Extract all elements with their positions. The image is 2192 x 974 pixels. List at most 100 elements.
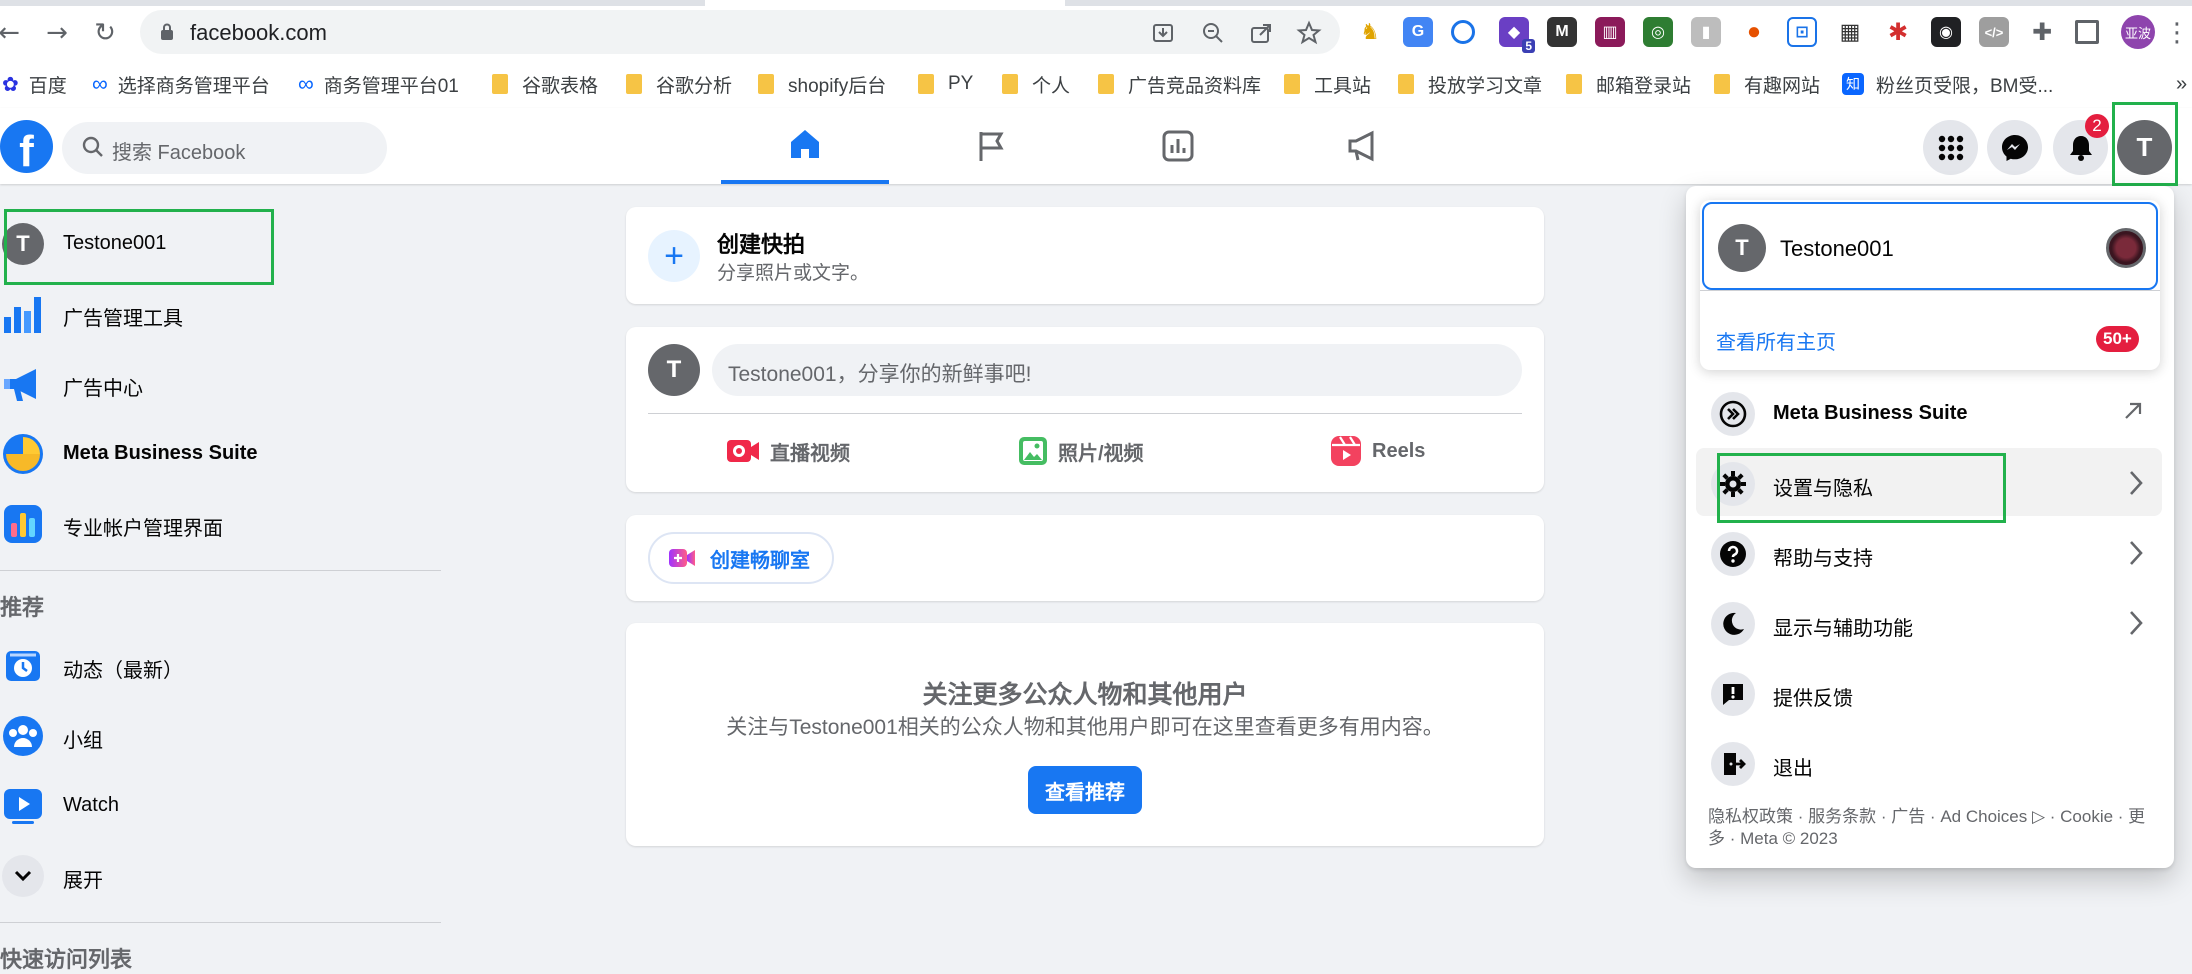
reload-icon[interactable]: ↻ [86,14,124,52]
extension-icon[interactable]: ⊡ [1787,17,1817,47]
sidebar-item-ad-center[interactable]: 广告中心 [0,350,430,416]
sidebar-item-groups[interactable]: 小组 [0,702,430,768]
folder-icon [1714,74,1730,94]
qrcode-icon[interactable]: ▦ [1835,17,1865,47]
notifications-button[interactable]: 2 [2053,114,2109,175]
footer-links[interactable]: 隐私权政策 · 服务条款 · 广告 · Ad Choices ▷ · Cooki… [1708,806,2158,828]
extension-icon[interactable] [1451,20,1475,44]
tab-pages[interactable] [908,108,1076,184]
bookmark-item[interactable]: 谷歌分析 [626,69,732,99]
photo-video-button[interactable]: 照片/视频 [1018,423,1218,479]
switch-profile-icon[interactable] [2106,228,2146,268]
messenger-button[interactable] [1987,120,2042,175]
back-icon[interactable]: ← [0,14,28,52]
extension-icon[interactable]: M [1547,17,1577,47]
sidebar-item-pro-dashboard[interactable]: 专业帐户管理界面 [0,490,430,556]
grid-icon [1938,135,1963,160]
bookmark-item[interactable]: PY [918,69,973,99]
bookmark-item[interactable]: 邮箱登录站 [1566,69,1691,99]
bell-icon [2069,135,2092,161]
extension-icon[interactable]: ◆ 5 [1499,17,1535,53]
bookmark-item[interactable]: 有趣网站 [1714,69,1820,99]
translate-icon[interactable]: G [1403,17,1433,47]
extension-icon[interactable]: ✱ [1883,17,1913,47]
tab-ads[interactable] [1280,108,1448,184]
forward-icon[interactable]: → [38,14,76,52]
sidebar-item-expand[interactable]: 展开 [0,842,430,908]
bookmark-item[interactable]: 个人 [1002,69,1070,99]
highlight-box [1717,453,2006,523]
menu-item-feedback[interactable]: 提供反馈 [1696,658,2162,726]
action-label: 照片/视频 [1058,442,1144,465]
tab-home[interactable] [721,108,889,184]
folder-icon [492,74,508,94]
menu-grid-button[interactable] [1923,120,1978,175]
sidebar-item-label: 广告中心 [63,378,143,400]
card-divider [1700,290,2160,291]
bookmark-label: 广告竞品资料库 [1128,75,1262,97]
video-plus-icon [669,549,695,567]
extension-icon[interactable]: ▮ [1691,17,1721,47]
sidebar-item-ads-manager[interactable]: 广告管理工具 [0,280,430,346]
live-video-button[interactable]: 直播视频 [726,423,926,479]
business-suite-icon [3,434,43,474]
menu-item-business-suite[interactable]: Meta Business Suite [1696,378,2162,446]
sidepanel-icon[interactable] [2075,20,2099,44]
menu-item-logout[interactable]: 退出 [1696,728,2162,796]
star-icon[interactable] [1296,20,1322,46]
sidebar-item-watch[interactable]: Watch [0,772,430,838]
puzzle-icon[interactable]: ✚ [2027,17,2057,47]
create-room-label: 创建畅聊室 [710,549,810,572]
sidebar-item-feed[interactable]: 动态（最新） [0,632,430,698]
bookmark-item[interactable]: 广告竞品资料库 [1098,69,1261,99]
see-all-pages-link[interactable]: 查看所有主页 [1716,326,1836,355]
create-story-card[interactable]: + 创建快拍 分享照片或文字。 [626,207,1544,304]
extension-icon[interactable]: ◉ [1931,17,1961,47]
bookmark-item[interactable]: ∞ 选择商务管理平台 [92,69,270,99]
bookmark-item[interactable]: 工具站 [1284,69,1371,99]
bookmarks-overflow[interactable]: » [2176,69,2187,99]
action-label: 直播视频 [770,442,850,465]
menu-item-help-support[interactable]: 帮助与支持 [1696,518,2162,586]
current-profile-row[interactable]: T Testone001 [1702,202,2158,290]
create-room-button[interactable]: 创建畅聊室 [648,532,834,584]
sidebar-item-business-suite[interactable]: Meta Business Suite [0,420,430,486]
bookmark-item[interactable]: ✿ 百度 [2,69,67,99]
url-text[interactable]: facebook.com [190,20,327,46]
bookmark-label: 工具站 [1314,75,1372,97]
chart-icon [1162,130,1194,162]
active-tab[interactable] [705,0,1065,6]
composer-input[interactable]: Testone001，分享你的新鲜事吧! [712,344,1522,396]
share-icon[interactable] [1248,20,1274,46]
follow-title: 关注更多公众人物和其他用户 [922,681,1248,709]
extension-icon[interactable]: ♞ [1355,17,1385,47]
plus-icon[interactable]: + [648,230,700,282]
facebook-logo[interactable]: f [0,120,53,173]
bookmark-item[interactable]: shopify后台 [758,69,886,99]
menu-item-display-accessibility[interactable]: 显示与辅助功能 [1696,588,2162,656]
bookmark-item[interactable]: 谷歌表格 [492,69,598,99]
menu-item-label: 退出 [1773,758,1813,780]
chevron-right-icon [2130,471,2143,495]
bookmark-label: 有趣网站 [1744,75,1821,97]
dashboard-icon [4,505,42,543]
view-recommendations-button[interactable]: 查看推荐 [1028,766,1142,814]
kebab-menu-icon[interactable]: ⋮ [2164,14,2190,52]
extension-icon[interactable]: ● [1739,17,1769,47]
install-icon[interactable] [1150,20,1176,46]
bookmark-item[interactable]: ∞ 商务管理平台01 [298,69,459,99]
tab-insights[interactable] [1094,108,1262,184]
bookmark-item[interactable]: 投放学习文章 [1398,69,1542,99]
extension-icon[interactable]: ◎ [1643,17,1673,47]
bookmark-item[interactable]: 知粉丝页受限，BM受... [1842,69,2053,99]
search-input[interactable]: 搜索 Facebook [62,122,387,174]
address-bar[interactable]: facebook.com [140,10,1340,54]
profile-avatar[interactable]: 亚波 [2121,15,2155,49]
watch-icon [4,789,42,824]
bookmark-label: 个人 [1032,75,1071,97]
extension-icon[interactable]: ▥ [1595,17,1625,47]
code-icon[interactable]: </> [1979,17,2009,47]
zoom-icon[interactable] [1200,20,1226,46]
reels-button[interactable]: Reels [1330,423,1510,479]
folder-icon [1284,74,1300,94]
